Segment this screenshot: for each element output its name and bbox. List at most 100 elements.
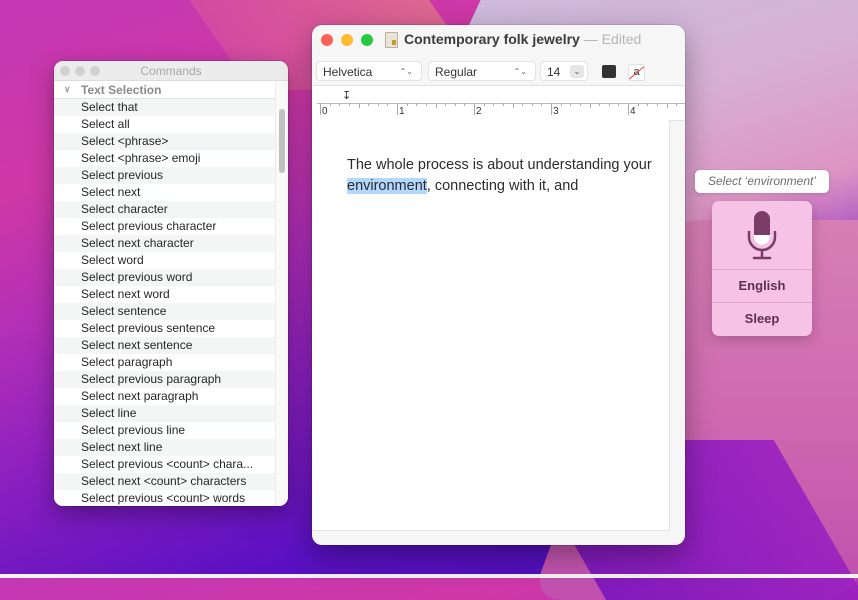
ruler-label: 3: [553, 106, 559, 117]
format-toolbar: Helvetica ⌃⌄ Regular ⌃⌄ 14 ⌄ a: [312, 53, 685, 85]
ruler-tick: [647, 103, 648, 106]
microphone-button[interactable]: [712, 201, 812, 270]
up-down-chevron-icon: ⌃⌄: [513, 67, 527, 76]
document-text[interactable]: The whole process is about understanding…: [347, 155, 667, 197]
section-header-text-selection[interactable]: ∨ Text Selection: [54, 81, 276, 99]
commands-window: Commands ∨ Text Selection Select that Sel…: [54, 61, 288, 506]
command-item[interactable]: Select word: [54, 252, 276, 269]
command-item[interactable]: Select previous word: [54, 269, 276, 286]
command-item[interactable]: Select that: [54, 99, 276, 116]
command-item[interactable]: Select previous paragraph: [54, 371, 276, 388]
command-item[interactable]: Select line: [54, 405, 276, 422]
sleep-button[interactable]: Sleep: [712, 303, 812, 335]
tab-stop-icon[interactable]: ↧: [342, 89, 351, 102]
commands-titlebar[interactable]: Commands: [54, 61, 288, 81]
ruler-tick: [541, 103, 542, 106]
command-item[interactable]: Select next <count> characters: [54, 473, 276, 490]
command-item[interactable]: Select next paragraph: [54, 388, 276, 405]
document-icon[interactable]: [385, 32, 398, 48]
section-title: Text Selection: [81, 82, 162, 97]
zoom-button[interactable]: [361, 34, 373, 46]
highlight-color-well[interactable]: a: [628, 64, 645, 81]
command-item[interactable]: Select <phrase> emoji: [54, 150, 276, 167]
ruler-tick: [455, 103, 456, 106]
document-title: Contemporary folk jewelry — Edited: [404, 31, 641, 47]
ruler-tick: [599, 103, 600, 106]
language-button[interactable]: English: [712, 270, 812, 303]
command-item[interactable]: Select next sentence: [54, 337, 276, 354]
chevron-down-icon[interactable]: ∨: [64, 84, 76, 95]
ruler-tick: [513, 103, 514, 108]
ruler-label: 1: [399, 106, 405, 117]
close-button[interactable]: [321, 34, 333, 46]
command-item[interactable]: Select previous: [54, 167, 276, 184]
ruler-tick: [407, 103, 408, 106]
command-item[interactable]: Select previous character: [54, 218, 276, 235]
command-item[interactable]: Select next: [54, 184, 276, 201]
ruler-tick: [339, 103, 340, 106]
font-family-select[interactable]: Helvetica ⌃⌄: [316, 61, 422, 81]
commands-list: ∨ Text Selection Select that Select all Se…: [54, 81, 276, 506]
document-window: Contemporary folk jewelry — Edited Helve…: [312, 25, 685, 545]
ruler-label: 2: [476, 106, 482, 117]
ruler-tick: [464, 103, 465, 106]
ruler-tick: [397, 103, 398, 115]
ruler-tick: [359, 103, 360, 108]
ruler-tick: [474, 103, 475, 115]
ruler-tick: [445, 103, 446, 106]
scrollbar[interactable]: [275, 81, 288, 506]
ruler-baseline: [317, 103, 685, 104]
scrollbar-thumb[interactable]: [279, 109, 285, 173]
ruler-label: 0: [322, 106, 328, 117]
command-item[interactable]: Select <phrase>: [54, 133, 276, 150]
font-size-field[interactable]: 14 ⌄: [540, 61, 588, 81]
ruler-tick: [580, 103, 581, 106]
highlight-label: a: [633, 66, 640, 78]
command-item[interactable]: Select next word: [54, 286, 276, 303]
document-titlebar[interactable]: Contemporary folk jewelry — Edited: [312, 25, 685, 53]
ruler-tick: [561, 103, 562, 106]
ruler-tick: [628, 103, 629, 115]
text-line: The whole process is about understanding…: [347, 157, 652, 173]
minimize-button[interactable]: [341, 34, 353, 46]
up-down-chevron-icon: ⌃⌄: [399, 67, 413, 76]
command-item[interactable]: Select paragraph: [54, 354, 276, 371]
command-item[interactable]: Select sentence: [54, 303, 276, 320]
command-item[interactable]: Select character: [54, 201, 276, 218]
ruler-tick: [609, 103, 610, 106]
document-title-text: Contemporary folk jewelry: [404, 31, 580, 47]
font-family-value: Helvetica: [323, 65, 373, 79]
selected-text[interactable]: environment: [347, 178, 427, 194]
ruler-tick: [667, 103, 668, 108]
screen-edge: [0, 574, 858, 578]
font-style-value: Regular: [435, 65, 478, 79]
ruler-tick: [570, 103, 571, 106]
ruler-tick: [638, 103, 639, 106]
ruler-tick: [330, 103, 331, 106]
ruler-tick: [426, 103, 427, 106]
command-item[interactable]: Select previous <count> words: [54, 490, 276, 506]
document-page[interactable]: The whole process is about understanding…: [312, 120, 670, 531]
ruler-tick: [522, 103, 523, 106]
text-color-well[interactable]: [602, 65, 616, 78]
ruler-tick: [676, 103, 677, 106]
command-item[interactable]: Select previous sentence: [54, 320, 276, 337]
ruler-tick: [378, 103, 379, 106]
ruler[interactable]: ↧ 0 1 2 3 4: [312, 85, 685, 121]
command-item[interactable]: Select next line: [54, 439, 276, 456]
chevron-down-icon[interactable]: ⌄: [570, 65, 584, 78]
ruler-tick: [368, 103, 369, 106]
ruler-tick: [532, 103, 533, 106]
commands-title: Commands: [140, 64, 202, 78]
command-item[interactable]: Select all: [54, 116, 276, 133]
command-item[interactable]: Select next character: [54, 235, 276, 252]
edited-status: — Edited: [583, 31, 642, 47]
command-item[interactable]: Select previous <count> chara...: [54, 456, 276, 473]
ruler-tick: [618, 103, 619, 106]
ruler-tick: [416, 103, 417, 106]
font-style-select[interactable]: Regular ⌃⌄: [428, 61, 536, 81]
ruler-tick: [349, 103, 350, 106]
ruler-label: 4: [630, 106, 636, 117]
ruler-tick: [484, 103, 485, 106]
command-item[interactable]: Select previous line: [54, 422, 276, 439]
